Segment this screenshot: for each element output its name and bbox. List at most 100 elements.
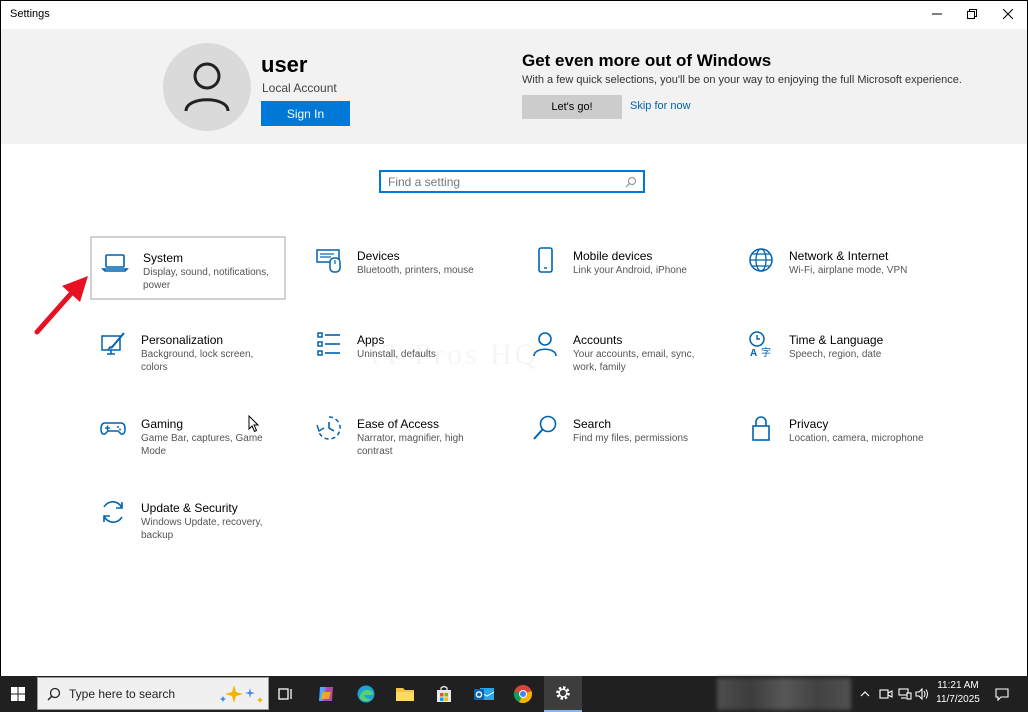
sync-icon bbox=[99, 498, 127, 526]
magnifier-icon bbox=[531, 414, 559, 442]
globe-icon bbox=[747, 246, 775, 274]
taskbar-search-box[interactable]: Type here to search bbox=[37, 677, 269, 710]
svg-text:字: 字 bbox=[761, 346, 771, 358]
tile-description: Your accounts, email, sync, work, family bbox=[573, 349, 695, 373]
phone-icon bbox=[531, 246, 559, 274]
promo-text: With a few quick selections, you'll be o… bbox=[522, 74, 962, 86]
account-banner: user Local Account Sign In Get even more… bbox=[1, 29, 1027, 144]
tile-network-internet[interactable]: Network & Internet Wi-Fi, airplane mode,… bbox=[738, 236, 934, 300]
outlook-icon bbox=[474, 688, 495, 700]
chrome-button[interactable] bbox=[504, 676, 542, 712]
minimize-button[interactable] bbox=[920, 2, 954, 26]
tile-description: Bluetooth, printers, mouse bbox=[357, 265, 474, 276]
mouse-pointer-icon bbox=[248, 415, 260, 433]
outlook-button[interactable] bbox=[465, 676, 503, 712]
tile-title: Search bbox=[573, 417, 612, 431]
ease-of-access-icon bbox=[315, 414, 343, 442]
sign-in-button[interactable]: Sign In bbox=[261, 101, 350, 126]
tile-description: Wi-Fi, airplane mode, VPN bbox=[789, 265, 908, 276]
windows-logo-icon bbox=[11, 687, 25, 701]
title-bar: Settings bbox=[1, 1, 1027, 29]
tile-description: Link your Android, iPhone bbox=[573, 265, 687, 276]
tile-description: Uninstall, defaults bbox=[357, 349, 436, 360]
skip-for-now-link[interactable]: Skip for now bbox=[630, 100, 691, 112]
close-icon bbox=[1003, 9, 1013, 19]
file-explorer-button[interactable] bbox=[386, 676, 424, 712]
apps-list-icon bbox=[315, 330, 343, 358]
meet-now-button[interactable] bbox=[877, 676, 895, 712]
tile-search[interactable]: Search Find my files, permissions bbox=[522, 404, 718, 468]
network-status-button[interactable] bbox=[896, 676, 914, 712]
task-view-button[interactable] bbox=[267, 676, 305, 712]
restore-button[interactable] bbox=[955, 2, 989, 26]
search-input[interactable] bbox=[381, 172, 628, 191]
store-icon bbox=[437, 685, 451, 702]
copilot-button[interactable] bbox=[307, 676, 345, 712]
close-button[interactable] bbox=[991, 2, 1025, 26]
show-hidden-icons-button[interactable] bbox=[857, 676, 873, 712]
tile-title: Personalization bbox=[141, 333, 224, 347]
laptop-icon bbox=[101, 248, 129, 276]
tile-title: Time & Language bbox=[789, 333, 884, 347]
tile-title: Accounts bbox=[573, 333, 623, 347]
tile-devices[interactable]: Devices Bluetooth, printers, mouse bbox=[306, 236, 502, 300]
tile-title: Devices bbox=[357, 249, 400, 263]
search-icon bbox=[47, 687, 61, 701]
tile-gaming[interactable]: Gaming Game Bar, captures, Game Mode bbox=[90, 404, 286, 468]
avatar[interactable] bbox=[163, 43, 251, 131]
tile-description: Location, camera, microphone bbox=[789, 433, 924, 444]
speaker-icon bbox=[915, 688, 928, 700]
tile-privacy[interactable]: Privacy Location, camera, microphone bbox=[738, 404, 934, 468]
microsoft-store-button[interactable] bbox=[425, 676, 463, 712]
lock-icon bbox=[747, 414, 775, 442]
camera-icon bbox=[879, 689, 893, 699]
tile-update-security[interactable]: Update & Security Windows Update, recove… bbox=[90, 488, 286, 552]
tile-mobile-devices[interactable]: Mobile devices Link your Android, iPhone bbox=[522, 236, 718, 300]
taskbar: Type here to search 11:21 AM 11/7/2025 bbox=[0, 676, 1028, 712]
tile-apps[interactable]: Apps Uninstall, defaults bbox=[306, 320, 502, 384]
personalization-icon bbox=[99, 330, 127, 358]
tile-title: Ease of Access bbox=[357, 417, 440, 431]
chevron-up-icon bbox=[860, 691, 870, 697]
devices-icon bbox=[315, 246, 343, 274]
lets-go-button[interactable]: Let's go! bbox=[522, 95, 622, 119]
time-language-icon: A字 bbox=[747, 330, 775, 358]
find-setting-search bbox=[379, 170, 645, 193]
tile-description: Speech, region, date bbox=[789, 349, 882, 360]
minimize-icon bbox=[932, 13, 942, 15]
tile-description: Display, sound, notifications, power bbox=[143, 267, 269, 291]
chrome-icon bbox=[513, 685, 533, 704]
account-type: Local Account bbox=[262, 81, 337, 95]
restore-icon bbox=[967, 9, 977, 19]
tile-time-language[interactable]: A字 Time & Language Speech, region, date bbox=[738, 320, 934, 384]
tile-title: Privacy bbox=[789, 417, 829, 431]
start-button[interactable] bbox=[0, 676, 36, 712]
tile-description: Background, lock screen, colors bbox=[141, 349, 254, 373]
tile-title: Network & Internet bbox=[789, 249, 889, 263]
tile-personalization[interactable]: Personalization Background, lock screen,… bbox=[90, 320, 286, 384]
taskbar-clock[interactable]: 11:21 AM 11/7/2025 bbox=[928, 679, 988, 707]
settings-taskbar-button[interactable] bbox=[544, 676, 582, 712]
tile-title: Mobile devices bbox=[573, 249, 653, 263]
promo-title: Get even more out of Windows bbox=[522, 51, 772, 70]
sparkle-icon bbox=[220, 685, 263, 703]
notifications-button[interactable] bbox=[990, 676, 1014, 712]
search-icon bbox=[625, 177, 636, 188]
tile-description: Windows Update, recovery, backup bbox=[141, 517, 263, 541]
tile-ease-of-access[interactable]: Ease of Access Narrator, magnifier, high… bbox=[306, 404, 502, 468]
gamepad-icon bbox=[99, 414, 127, 442]
person-icon bbox=[531, 330, 559, 358]
user-name: user bbox=[261, 52, 308, 77]
tile-description: Narrator, magnifier, high contrast bbox=[357, 433, 464, 457]
edge-button[interactable] bbox=[347, 676, 385, 712]
folder-icon bbox=[396, 688, 414, 701]
tile-title: System bbox=[143, 251, 184, 265]
tile-title: Apps bbox=[357, 333, 385, 347]
user-silhouette-icon bbox=[184, 62, 230, 112]
tile-system[interactable]: System Display, sound, notifications, po… bbox=[90, 236, 286, 300]
task-view-icon bbox=[278, 688, 292, 700]
tile-accounts[interactable]: Accounts Your accounts, email, sync, wor… bbox=[522, 320, 718, 384]
gear-icon bbox=[556, 686, 570, 700]
svg-text:A: A bbox=[750, 348, 757, 358]
clock-time: 11:21 AM bbox=[937, 680, 979, 691]
